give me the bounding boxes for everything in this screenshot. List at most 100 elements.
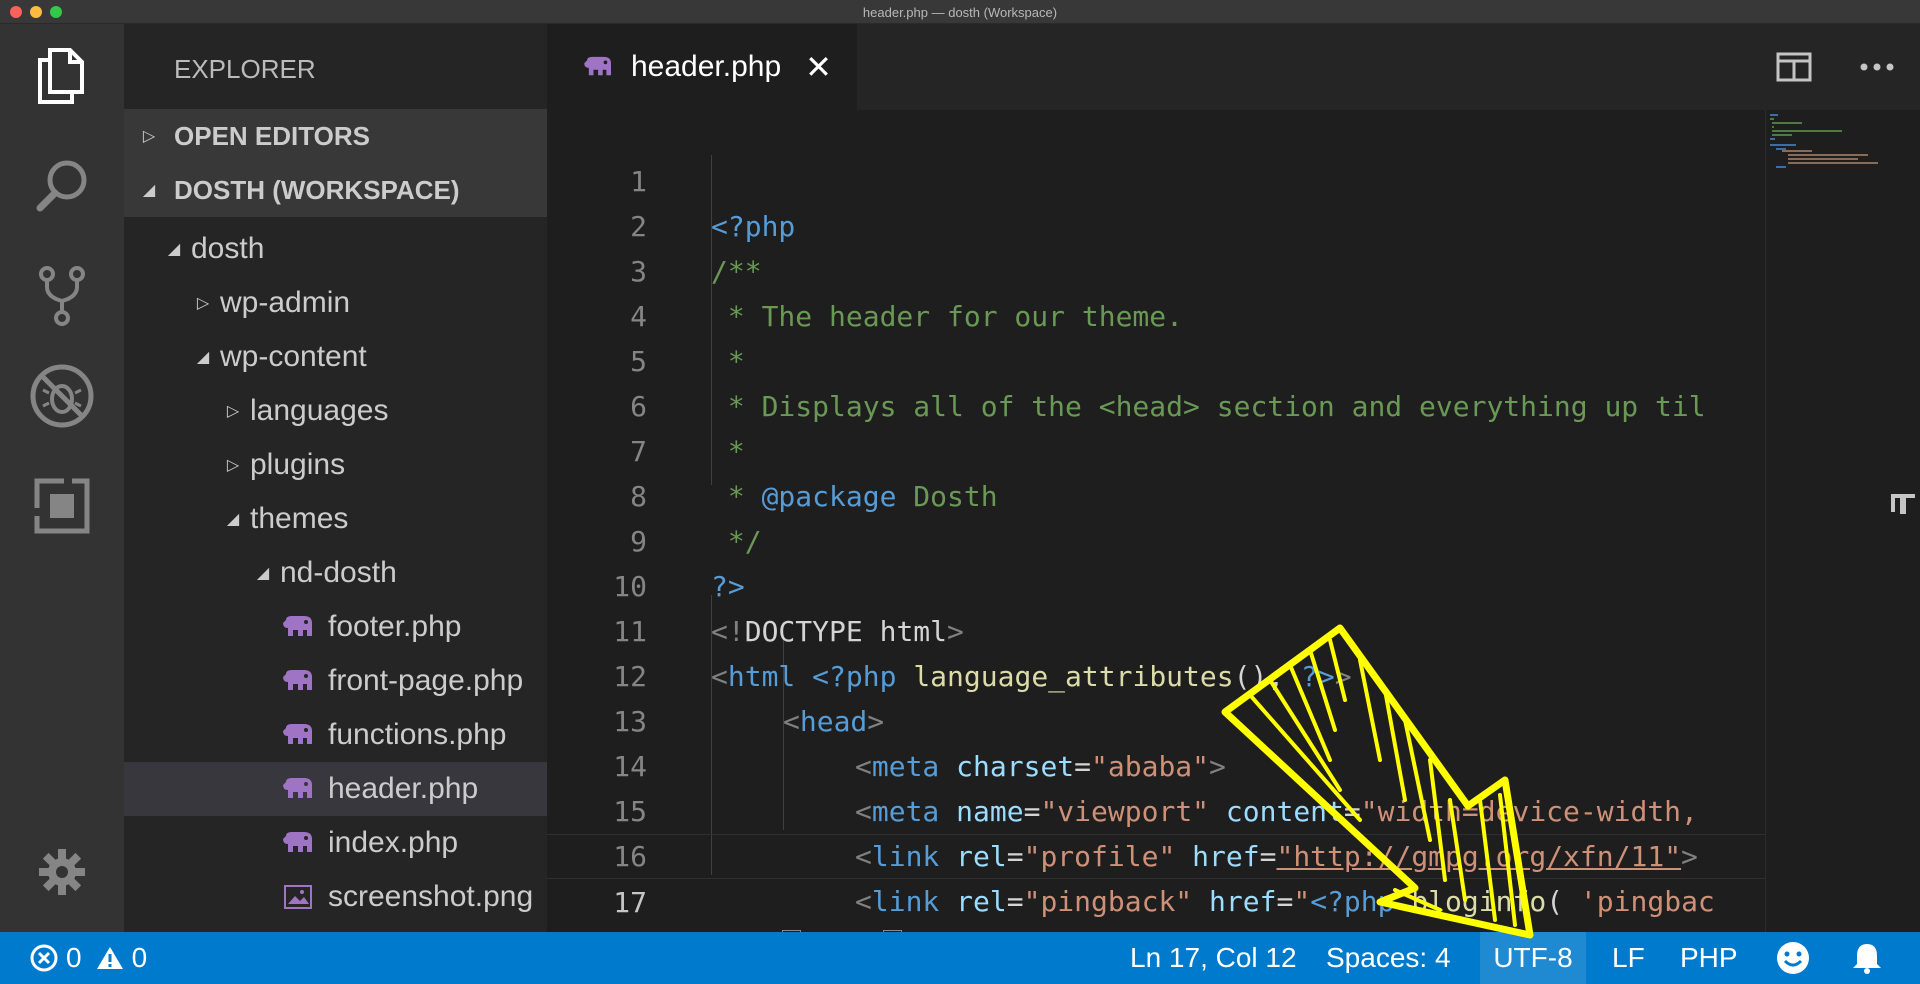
- tree-item-dosth[interactable]: ◢ dosth: [124, 222, 547, 276]
- tree-item-nd-dosth[interactable]: ◢ nd-dosth: [124, 546, 547, 600]
- language-mode-selector[interactable]: PHP: [1680, 932, 1738, 984]
- tree-item-label: plugins: [250, 448, 346, 481]
- code-line: 4 *: [547, 249, 1765, 378]
- tree-item-label: wp-admin: [220, 286, 351, 319]
- tree-item-wp-content[interactable]: ◢ wp-content: [124, 330, 547, 384]
- window-title: header.php — dosth (Workspace): [862, 5, 1058, 20]
- code-token: bloginfo: [1394, 885, 1547, 918]
- tab-header-php[interactable]: header.php ✕: [547, 24, 857, 110]
- code-line: 15 <link rel="profile" href="http://gmpg…: [547, 744, 1765, 873]
- tree-item-functions-php[interactable]: functions.php: [124, 708, 547, 762]
- indentation-selector[interactable]: Spaces: 4: [1326, 932, 1451, 984]
- code-line: 12 <head>: [547, 609, 1765, 738]
- tree-item-themes[interactable]: ◢ themes: [124, 492, 547, 546]
- tree-item-languages[interactable]: ▷ languages: [124, 384, 547, 438]
- tree-item-front-page-php[interactable]: front-page.php: [124, 654, 547, 708]
- activity-bar: [0, 24, 124, 932]
- more-actions-icon[interactable]: [1860, 63, 1894, 71]
- source-control-icon[interactable]: [22, 256, 102, 336]
- tree-item-label: languages: [250, 394, 389, 427]
- code-line: 10 <!DOCTYPE html>: [547, 519, 1765, 648]
- tree-item-label: themes: [250, 502, 349, 535]
- tree-item-label: dosth: [191, 232, 265, 265]
- code-token: <?php: [1310, 885, 1395, 918]
- editor-actions: [1776, 24, 1920, 110]
- editor-tab-bar: header.php ✕: [547, 24, 1920, 110]
- code-line: 9 ?>: [547, 474, 1765, 603]
- tree-item-label: screenshot.png: [328, 880, 534, 913]
- status-bar: 0 0 Ln 17, Col 12 Spaces: 4 UTF-8 LF PHP: [0, 932, 1920, 984]
- tree-item-wp-admin[interactable]: ▷ wp-admin: [124, 276, 547, 330]
- workspace-section[interactable]: ◢ DOSTH (WORKSPACE): [124, 163, 547, 217]
- chevron-down-icon: ◢: [196, 349, 210, 366]
- code-line: 5 * Displays all of the <head> section a…: [547, 294, 1765, 423]
- tree-item-label: front-page.php: [328, 664, 524, 697]
- workspace-label: DOSTH (WORKSPACE): [174, 174, 460, 205]
- chevron-down-icon: ◢: [256, 565, 270, 582]
- encoding-selector[interactable]: UTF-8: [1480, 932, 1586, 984]
- php-file-icon: [283, 778, 312, 798]
- code-line: 2 /**: [547, 159, 1765, 288]
- feedback-smiley-icon[interactable]: [1776, 932, 1810, 984]
- close-icon[interactable]: ✕: [805, 48, 832, 86]
- eol-selector[interactable]: LF: [1612, 932, 1645, 984]
- code-token: 'pingbac: [1563, 885, 1715, 918]
- image-file-icon: [284, 885, 312, 909]
- code-token: link: [871, 885, 940, 918]
- tree-item-plugins[interactable]: ▷ plugins: [124, 438, 547, 492]
- cursor-position[interactable]: Ln 17, Col 12: [1130, 932, 1297, 984]
- overview-ruler-marker: [1891, 494, 1915, 514]
- tree-item-label: header.php: [328, 772, 479, 805]
- code-token: =: [1276, 885, 1294, 918]
- code-token: "pingback": [1023, 885, 1193, 918]
- gear-icon[interactable]: [22, 832, 102, 912]
- code-token: (: [1546, 885, 1564, 918]
- code-token: =: [1006, 885, 1024, 918]
- php-file-icon: [283, 616, 312, 636]
- chevron-down-icon: ◢: [226, 511, 240, 528]
- tree-item-index-php[interactable]: index.php: [124, 816, 547, 870]
- tree-item-screenshot-png[interactable]: screenshot.png: [124, 870, 547, 924]
- code-line: 16 <link rel="pingback" href="<?php blog…: [547, 789, 1765, 918]
- tree-item-label: index.php: [328, 826, 459, 859]
- tree-item-footer-php[interactable]: footer.php: [124, 600, 547, 654]
- chevron-down-icon: ◢: [142, 182, 156, 199]
- files-icon[interactable]: [22, 36, 102, 116]
- minimap[interactable]: [1765, 110, 1887, 932]
- notifications-bell-icon[interactable]: [1852, 932, 1882, 984]
- warning-icon: [96, 947, 123, 969]
- title-bar: header.php — dosth (Workspace): [0, 0, 1920, 24]
- debug-icon[interactable]: [22, 356, 102, 436]
- code-line: 14 <meta name="viewport" content="width=…: [547, 699, 1765, 828]
- problems-indicator[interactable]: 0 0: [30, 932, 147, 984]
- explorer-title: EXPLORER: [174, 54, 316, 84]
- code-editor[interactable]: 1 <?php 2 /** 3 * The header for our the…: [547, 110, 1765, 932]
- code-line: 8 */: [547, 429, 1765, 558]
- editor-scrollbar[interactable]: [1887, 110, 1920, 932]
- code-line: 6 *: [547, 339, 1765, 468]
- extensions-icon[interactable]: [22, 466, 102, 546]
- code-token: ": [1293, 885, 1311, 918]
- chevron-right-icon: ▷: [196, 295, 210, 312]
- code-line: 3 * The header for our theme.: [547, 204, 1765, 333]
- code-token: rel: [939, 885, 1007, 918]
- code-line: 7 * @package Dosth: [547, 384, 1765, 513]
- line-number: 17: [613, 886, 647, 919]
- minimap-preview: [1770, 114, 1878, 168]
- tree-item-header-php[interactable]: header.php: [124, 762, 547, 816]
- warning-count: 0: [131, 942, 148, 973]
- php-file-icon: [283, 724, 312, 744]
- search-icon[interactable]: [22, 146, 102, 226]
- split-editor-icon[interactable]: [1776, 52, 1812, 82]
- code-line: 11 <html <?php language_attributes(); ?>…: [547, 564, 1765, 693]
- error-icon: [30, 944, 58, 972]
- php-file-icon: [283, 832, 312, 852]
- tree-item-label: footer.php: [328, 610, 462, 643]
- open-editors-label: OPEN EDITORS: [174, 120, 371, 151]
- php-file-icon: [283, 670, 312, 690]
- chevron-down-icon: ◢: [167, 241, 181, 258]
- php-file-icon: [584, 56, 611, 76]
- open-editors-section[interactable]: ▷ OPEN EDITORS: [124, 109, 547, 163]
- code-line: 1 <?php: [547, 114, 1765, 243]
- tree-item-label: functions.php: [328, 718, 507, 751]
